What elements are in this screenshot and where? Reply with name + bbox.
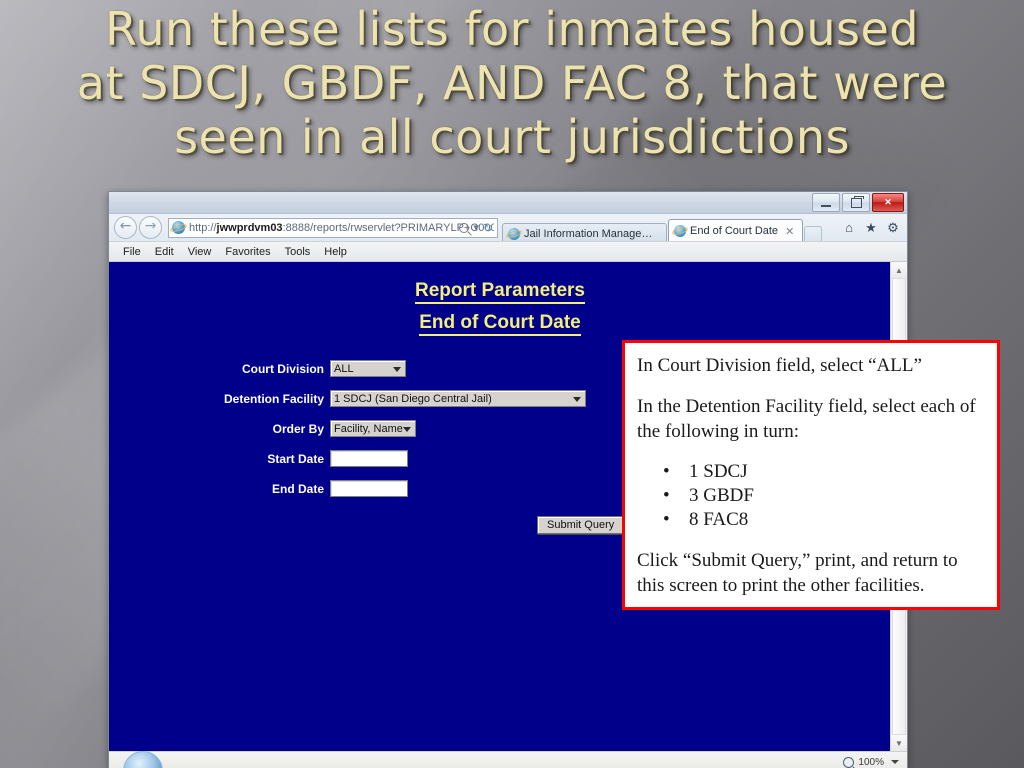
end-date-label: End Date [271,481,324,496]
back-button[interactable]: ← [114,216,137,239]
tab-favicon-icon [674,225,686,237]
callout-bullet-item: 1 SDCJ [663,460,985,484]
tab-close-icon[interactable]: ✕ [785,225,794,238]
order-by-label: Order By [272,421,324,436]
new-tab-button[interactable] [804,226,823,241]
window-titlebar: ✕ [109,192,907,214]
scroll-down-arrow-icon[interactable]: ▼ [891,735,907,751]
menu-item-tools[interactable]: Tools [285,246,311,258]
internet-explorer-icon [172,221,185,234]
detention-facility-value: 1 SDCJ (San Diego Central Jail) [334,392,492,405]
zoom-level-label: 100% [858,756,884,768]
menu-bar: File Edit View Favorites Tools Help [109,241,907,262]
address-bar-url: http://jwwprdvm03:8888/reports/rwservlet… [189,221,494,234]
browser-navigation-bar: ← → http://jwwprdvm03:8888/reports/rwser… [109,214,907,241]
zoom-chevron-down-icon[interactable] [891,760,899,764]
start-date-label: Start Date [267,451,324,466]
instruction-callout: In Court Division field, select “ALL” In… [622,340,1000,610]
background-streak [240,0,540,135]
detention-facility-select[interactable]: 1 SDCJ (San Diego Central Jail) [330,390,586,407]
restore-button[interactable] [842,193,870,212]
address-bar-icons: ▾ ↻ [459,221,493,235]
forward-button[interactable]: → [139,216,162,239]
chevron-down-icon [403,427,411,432]
chevron-down-icon [573,397,581,402]
callout-paragraph-3: Click “Submit Query,” print, and return … [637,550,958,596]
end-date-input[interactable] [330,480,408,497]
search-icon[interactable] [459,222,470,233]
tab-end-of-court-date[interactable]: End of Court Date ✕ [668,219,804,241]
home-icon[interactable]: ⌂ [841,220,857,236]
order-by-value: Facility, Name [334,422,403,435]
court-division-value: ALL [334,362,354,375]
callout-paragraph-1: In Court Division field, select “ALL” [637,355,922,376]
address-bar[interactable]: http://jwwprdvm03:8888/reports/rwservlet… [168,217,498,238]
tab-strip: Jail Information Management … End of Cou… [502,214,835,241]
favorites-star-icon[interactable]: ★ [863,220,879,236]
callout-paragraph-2: In the Detention Facility field, select … [637,396,976,442]
detention-facility-label: Detention Facility [223,391,324,406]
menu-item-help[interactable]: Help [324,246,347,258]
tab-favicon-icon [508,228,520,240]
window-controls: ✕ [812,193,904,212]
refresh-icon[interactable]: ↻ [483,221,493,235]
slide-canvas: Run these lists for inmates housed at SD… [0,0,1024,768]
report-heading-line-1: Report Parameters [414,279,586,304]
court-division-select[interactable]: ALL [330,360,406,377]
court-division-label: Court Division [241,361,324,376]
tab-label: End of Court Date [690,225,779,237]
chevron-down-icon[interactable]: ▾ [473,221,479,234]
callout-bullet-item: 8 FAC8 [663,508,985,532]
callout-bullet-item: 3 GBDF [663,484,985,508]
chevron-down-icon [393,367,401,372]
slide-title: Run these lists for inmates housed at SD… [76,2,948,164]
submit-query-button[interactable]: Submit Query [537,516,625,534]
menu-item-view[interactable]: View [188,246,212,258]
scroll-up-arrow-icon[interactable]: ▲ [891,262,907,278]
callout-bullet-list: 1 SDCJ 3 GBDF 8 FAC8 [637,460,985,532]
order-by-select[interactable]: Facility, Name [330,420,416,437]
menu-item-favorites[interactable]: Favorites [225,246,270,258]
command-bar-icons: ⌂ ★ ⚙ [835,220,907,236]
browser-status-bar: 100% [109,751,907,768]
minimize-button[interactable] [812,193,840,212]
menu-item-edit[interactable]: Edit [155,246,174,258]
close-button[interactable]: ✕ [872,193,904,212]
tab-jail-information-management[interactable]: Jail Information Management … [502,223,667,241]
menu-item-file[interactable]: File [123,246,141,258]
tools-gear-icon[interactable]: ⚙ [885,220,901,236]
start-date-input[interactable] [330,450,408,467]
tab-label: Jail Information Management … [524,228,658,240]
report-heading-line-2: End of Court Date [419,311,581,336]
taskbar-start-orb[interactable] [123,751,163,768]
zoom-magnifier-icon[interactable] [843,756,855,768]
report-heading: Report Parameters End of Court Date [109,279,891,336]
